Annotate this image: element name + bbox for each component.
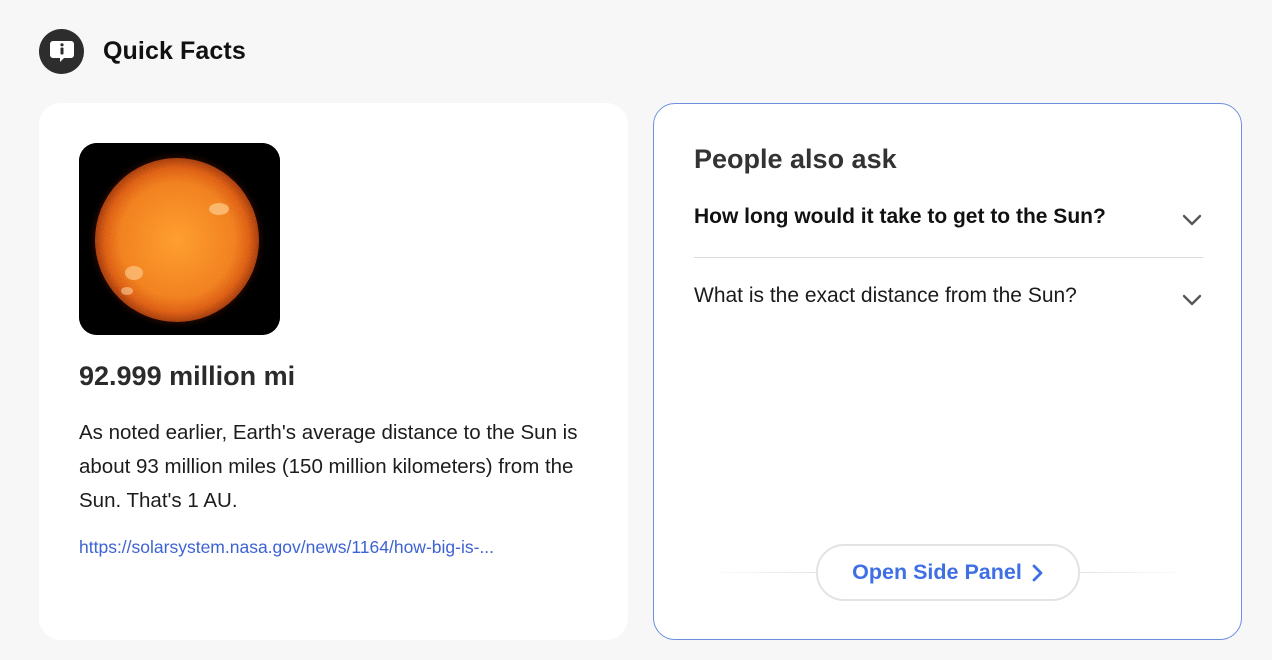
source-link[interactable]: https://solarsystem.nasa.gov/news/1164/h… (79, 537, 579, 558)
info-bubble-icon (39, 28, 84, 74)
question-item[interactable]: How long would it take to get to the Sun… (694, 188, 1203, 258)
divider (706, 572, 816, 573)
sun-image[interactable] (79, 143, 280, 335)
question-text: What is the exact distance from the Sun? (694, 284, 1077, 307)
fact-value: 92.999 million mi (79, 361, 296, 391)
open-side-panel-button[interactable]: Open Side Panel (816, 544, 1080, 601)
divider (1080, 572, 1190, 573)
question-text: How long would it take to get to the Sun… (694, 205, 1106, 228)
fact-card: 92.999 million mi As noted earlier, Eart… (39, 103, 628, 640)
open-side-panel-label: Open Side Panel (852, 560, 1022, 584)
people-also-ask-card: People also ask How long would it take t… (653, 103, 1242, 640)
chevron-down-icon[interactable] (1181, 288, 1203, 310)
page-title: Quick Facts (103, 36, 246, 65)
quick-facts-header: Quick Facts (39, 28, 246, 74)
question-item[interactable]: What is the exact distance from the Sun? (694, 268, 1203, 348)
fact-description: As noted earlier, Earth's average distan… (79, 421, 578, 512)
chevron-right-icon (1032, 564, 1043, 581)
chevron-down-icon[interactable] (1181, 208, 1203, 230)
people-also-ask-title: People also ask (694, 144, 897, 174)
